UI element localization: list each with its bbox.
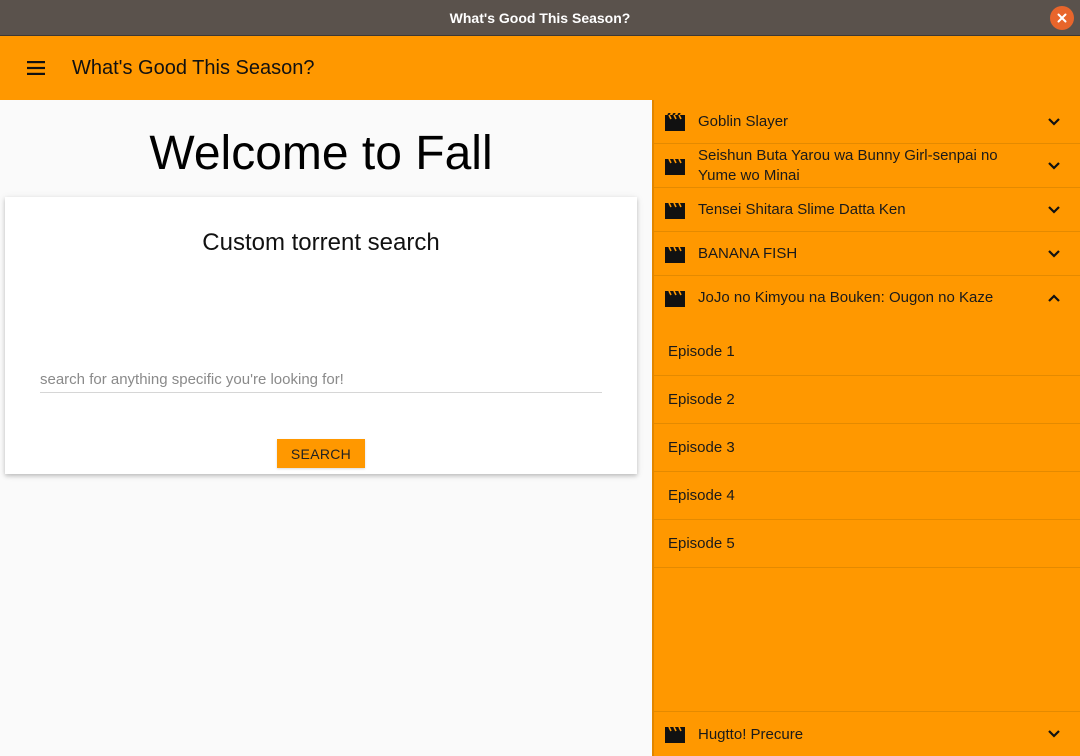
- welcome-heading: Welcome to Fall: [149, 127, 493, 180]
- show-title: Seishun Buta Yarou wa Bunny Girl-senpai …: [698, 146, 998, 184]
- film-clapper-icon: [654, 157, 698, 175]
- show-item-hugtto-precure[interactable]: Hugtto! Precure: [654, 711, 1080, 756]
- hamburger-menu-icon: [27, 61, 45, 75]
- show-title: JoJo no Kimyou na Bouken: Ougon no Kaze: [698, 289, 994, 306]
- shows-panel: Goblin Slayer Seishun Buta Yarou wa Bunn…: [652, 100, 1080, 756]
- window-close-button[interactable]: [1050, 6, 1074, 30]
- app-bar: What's Good This Season?: [0, 36, 1080, 100]
- show-item-goblin-slayer[interactable]: Goblin Slayer: [654, 100, 1080, 144]
- chevron-down-icon[interactable]: [1028, 730, 1080, 738]
- film-clapper-icon: [654, 201, 698, 219]
- search-card: Custom torrent search SEARCH: [5, 197, 637, 474]
- episode-item[interactable]: Episode 4: [654, 472, 1080, 520]
- search-button[interactable]: SEARCH: [277, 439, 365, 468]
- episode-item[interactable]: Episode 2: [654, 376, 1080, 424]
- close-icon: [1057, 13, 1067, 23]
- chevron-down-icon[interactable]: [1028, 205, 1080, 214]
- film-clapper-icon: [654, 289, 698, 307]
- film-clapper-icon: [654, 112, 698, 131]
- film-clapper-icon: [654, 725, 698, 743]
- chevron-down-icon[interactable]: [1028, 161, 1080, 170]
- show-item-bunny-girl-senpai[interactable]: Seishun Buta Yarou wa Bunny Girl-senpai …: [654, 144, 1080, 188]
- app-title: What's Good This Season?: [72, 56, 315, 79]
- window-title: What's Good This Season?: [449, 9, 631, 26]
- show-title: Hugtto! Precure: [698, 725, 804, 743]
- film-clapper-icon: [654, 245, 698, 263]
- show-item-banana-fish[interactable]: BANANA FISH: [654, 232, 1080, 276]
- chevron-up-icon[interactable]: [1028, 294, 1080, 302]
- episode-item[interactable]: Episode 5: [654, 520, 1080, 568]
- show-item-slime-datta-ken[interactable]: Tensei Shitara Slime Datta Ken: [654, 188, 1080, 232]
- search-input[interactable]: [40, 367, 602, 393]
- menu-button[interactable]: [0, 36, 72, 100]
- show-title: Goblin Slayer: [698, 112, 789, 130]
- episode-item[interactable]: Episode 1: [654, 328, 1080, 376]
- show-item-jojo[interactable]: JoJo no Kimyou na Bouken: Ougon no Kaze: [654, 276, 1080, 320]
- window-titlebar: What's Good This Season?: [0, 0, 1080, 36]
- chevron-down-icon[interactable]: [1028, 249, 1080, 258]
- search-card-title: Custom torrent search: [202, 229, 440, 256]
- episode-item[interactable]: Episode 3: [654, 424, 1080, 472]
- chevron-down-icon[interactable]: [1028, 117, 1080, 126]
- main-content: Welcome to Fall Custom torrent search SE…: [0, 100, 652, 756]
- show-title: BANANA FISH: [698, 244, 798, 262]
- show-title: Tensei Shitara Slime Datta Ken: [698, 200, 906, 218]
